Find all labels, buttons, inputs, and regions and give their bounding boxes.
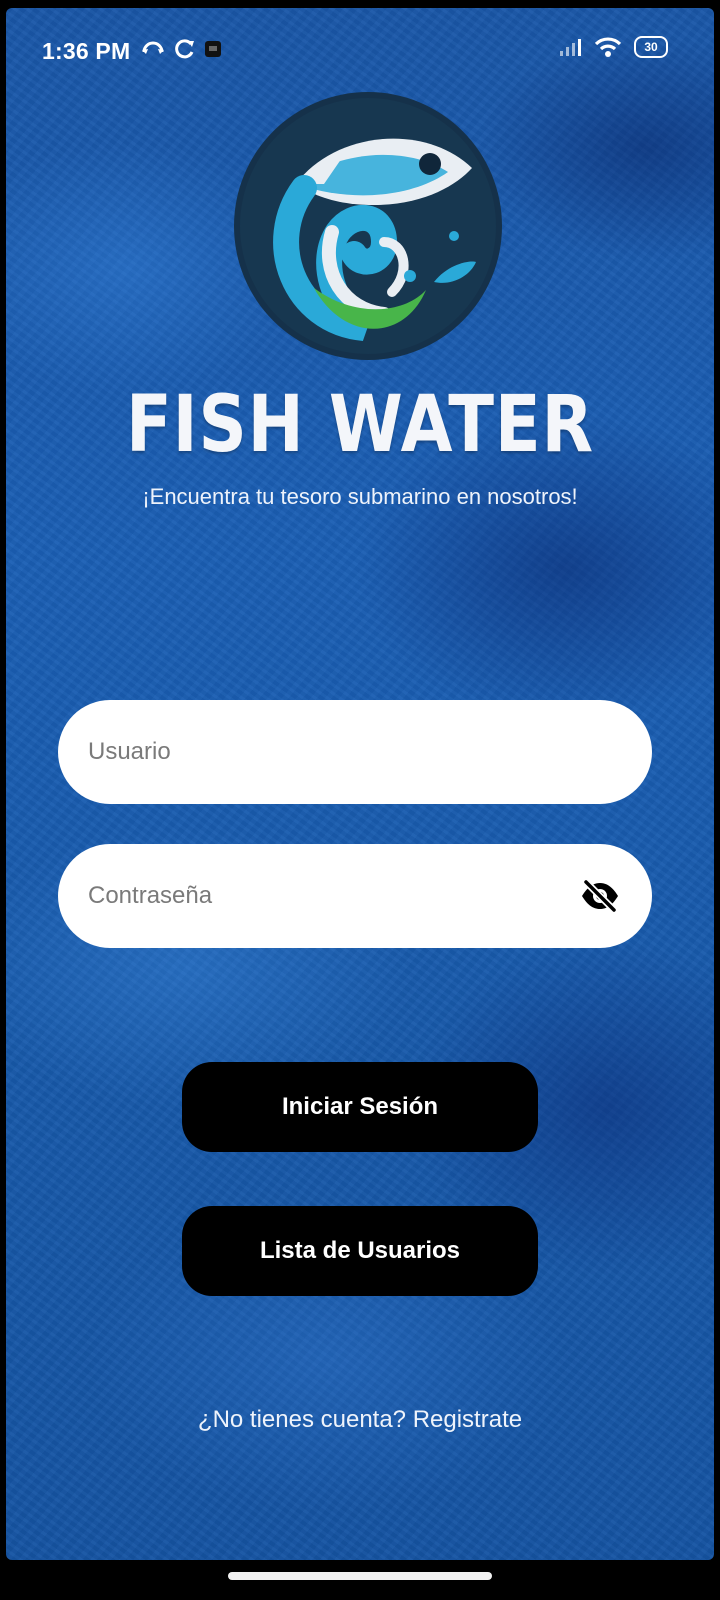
wifi-icon [594,37,622,57]
username-field[interactable] [58,700,652,804]
app-notification-icon [205,41,221,57]
sync-icon [142,41,164,54]
status-time: 1:36 PM [42,38,131,64]
status-bar: 1:36 PM 30 [6,8,714,92]
notification-icons [140,38,222,60]
eye-off-icon[interactable] [578,874,622,918]
users-list-button[interactable]: Lista de Usuarios [182,1206,538,1296]
username-input[interactable] [88,738,622,766]
app-title: FISH WATER [125,380,595,470]
password-field[interactable] [58,844,652,948]
register-link[interactable]: ¿No tienes cuenta? Registrate [6,1406,714,1434]
home-indicator[interactable] [228,1572,492,1580]
fish-logo [234,92,502,360]
battery-icon: 30 [634,36,668,58]
signal-icon [560,39,581,56]
refresh-icon [175,39,194,59]
app-screen: 1:36 PM 30 FISH WATER ¡Encuentra tu teso… [6,8,714,1560]
password-input[interactable] [88,882,578,910]
login-button[interactable]: Iniciar Sesión [182,1062,538,1152]
app-tagline: ¡Encuentra tu tesoro submarino en nosotr… [142,484,578,509]
system-icons: 30 [558,36,668,58]
